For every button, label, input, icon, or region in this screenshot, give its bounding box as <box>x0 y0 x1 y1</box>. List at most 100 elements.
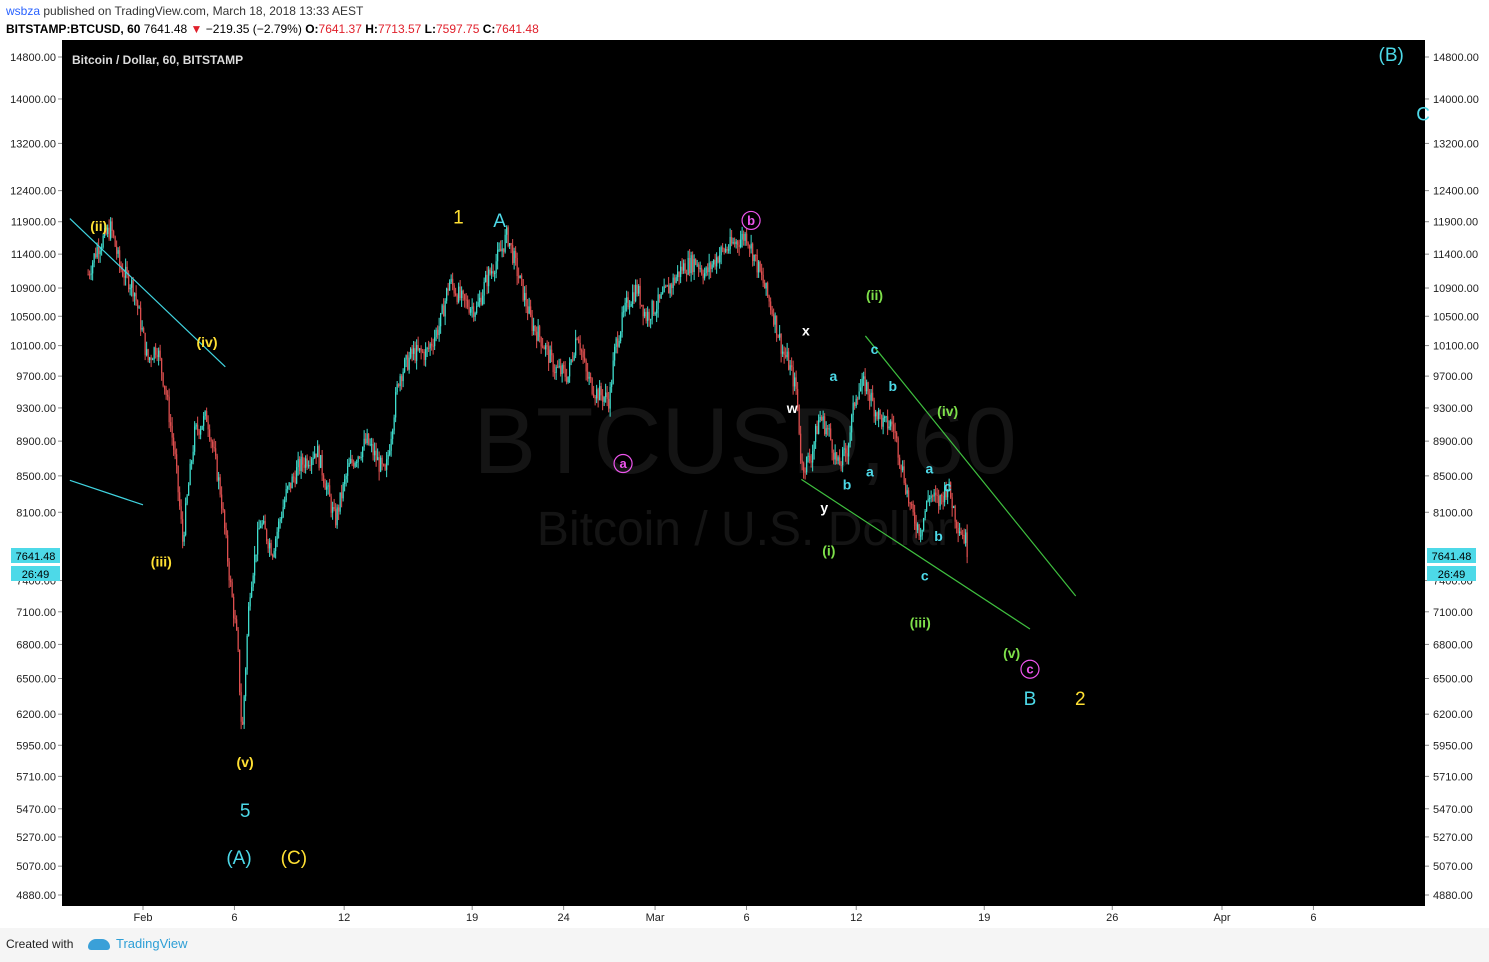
candle-body <box>507 227 509 246</box>
candle-body <box>153 347 155 360</box>
down-arrow-icon: ▼ <box>190 22 203 36</box>
candle-body <box>881 415 883 427</box>
candle-body <box>141 328 143 330</box>
candle-body <box>429 343 431 349</box>
candle-body <box>287 486 289 490</box>
tradingview-link[interactable]: TradingView <box>88 936 188 951</box>
candle-body <box>240 692 242 722</box>
candle-body <box>543 347 545 350</box>
candle-body <box>386 459 388 470</box>
candle-body <box>213 447 215 449</box>
wave-label: (iii) <box>910 614 931 630</box>
candle-body <box>315 453 317 458</box>
x-tick-label: 12 <box>850 912 862 924</box>
candle-body <box>399 376 401 386</box>
x-tick-label: 6 <box>231 912 237 924</box>
candle-body <box>504 234 506 252</box>
candle-body <box>519 275 521 279</box>
candle-body <box>167 394 169 397</box>
y-tick-label-right: 12400.00 <box>1433 186 1479 198</box>
candle-body <box>915 523 917 531</box>
candle-body <box>524 292 526 301</box>
candle-body <box>360 457 362 459</box>
wave-label: (iv) <box>197 334 218 350</box>
candle-body <box>137 300 139 308</box>
candle-body <box>753 254 755 262</box>
candle-body <box>672 277 674 289</box>
candle-body <box>224 510 226 529</box>
candle-body <box>492 271 494 274</box>
candle-body <box>842 449 844 466</box>
candle-body <box>707 267 709 273</box>
candle-body <box>671 284 673 289</box>
candle-body <box>174 449 176 455</box>
candle-body <box>623 311 625 313</box>
author-link[interactable]: wsbza <box>6 4 40 18</box>
candle-body <box>879 409 881 416</box>
candle-body <box>297 458 299 468</box>
y-tick-label-right: 9700.00 <box>1433 371 1473 383</box>
candle-body <box>609 386 611 409</box>
candle-body <box>359 456 361 458</box>
candle-body <box>633 292 635 302</box>
candle-body <box>537 326 539 341</box>
candle-body <box>887 416 889 429</box>
candle-body <box>351 458 353 463</box>
candle-body <box>431 343 433 346</box>
candle-body <box>441 305 443 314</box>
y-tick-label-left: 14000.00 <box>10 94 56 106</box>
candle-body <box>567 376 569 383</box>
candle-body <box>281 517 283 520</box>
candle-body <box>90 273 92 275</box>
y-tick-label-left: 6200.00 <box>16 709 56 721</box>
candle-body <box>146 349 148 356</box>
price-chart[interactable]: BTCUSD, 60 Bitcoin / U.S. Dollar (ii) (iv… <box>0 40 1489 925</box>
x-tick-label: 26 <box>1106 912 1118 924</box>
open-value: 7641.37 <box>318 22 362 36</box>
candle-body <box>654 313 656 315</box>
candle-body <box>858 391 860 399</box>
candle-body <box>515 251 517 258</box>
candle-body <box>917 524 919 531</box>
y-tick-label-left: 9700.00 <box>16 371 56 383</box>
candle-body <box>96 246 98 258</box>
symbol-name[interactable]: BITSTAMP:BTCUSD, 60 <box>6 22 140 36</box>
candle-body <box>119 250 121 266</box>
candle-body <box>513 251 515 263</box>
candle-body <box>962 534 964 536</box>
y-tick-label-right: 11400.00 <box>1433 249 1478 261</box>
candle-body <box>486 274 488 287</box>
candle-body <box>627 297 629 308</box>
candle-body <box>279 519 281 522</box>
candle-body <box>186 495 188 504</box>
candle-body <box>129 287 131 290</box>
candle-body <box>356 462 358 464</box>
candle-body <box>597 389 599 401</box>
candle-body <box>756 254 758 273</box>
wave-label: y <box>820 500 828 516</box>
candle-body <box>255 554 257 556</box>
candle-body <box>531 315 533 332</box>
candle-body <box>482 295 484 305</box>
footer-bar: Created with TradingView <box>0 928 1489 962</box>
candle-body <box>158 350 160 357</box>
candle-body <box>93 253 95 263</box>
candle-body <box>333 506 335 510</box>
candle-body <box>834 452 836 460</box>
countdown-label-left: 26:49 <box>22 569 50 581</box>
candle-body <box>788 351 790 370</box>
wave-label: b <box>843 477 852 493</box>
candle-body <box>600 386 602 396</box>
candle-body <box>723 248 725 253</box>
candle-body <box>434 337 436 347</box>
candle-body <box>912 504 914 513</box>
wave-label: (ii) <box>90 218 107 234</box>
candle-body <box>285 489 287 501</box>
candle-body <box>539 326 541 337</box>
candle-body <box>108 227 110 239</box>
candle-body <box>446 288 448 301</box>
wave-label: c <box>944 479 952 495</box>
candle-body <box>140 307 142 330</box>
candle-body <box>342 483 344 499</box>
wave-label: c <box>921 567 929 583</box>
